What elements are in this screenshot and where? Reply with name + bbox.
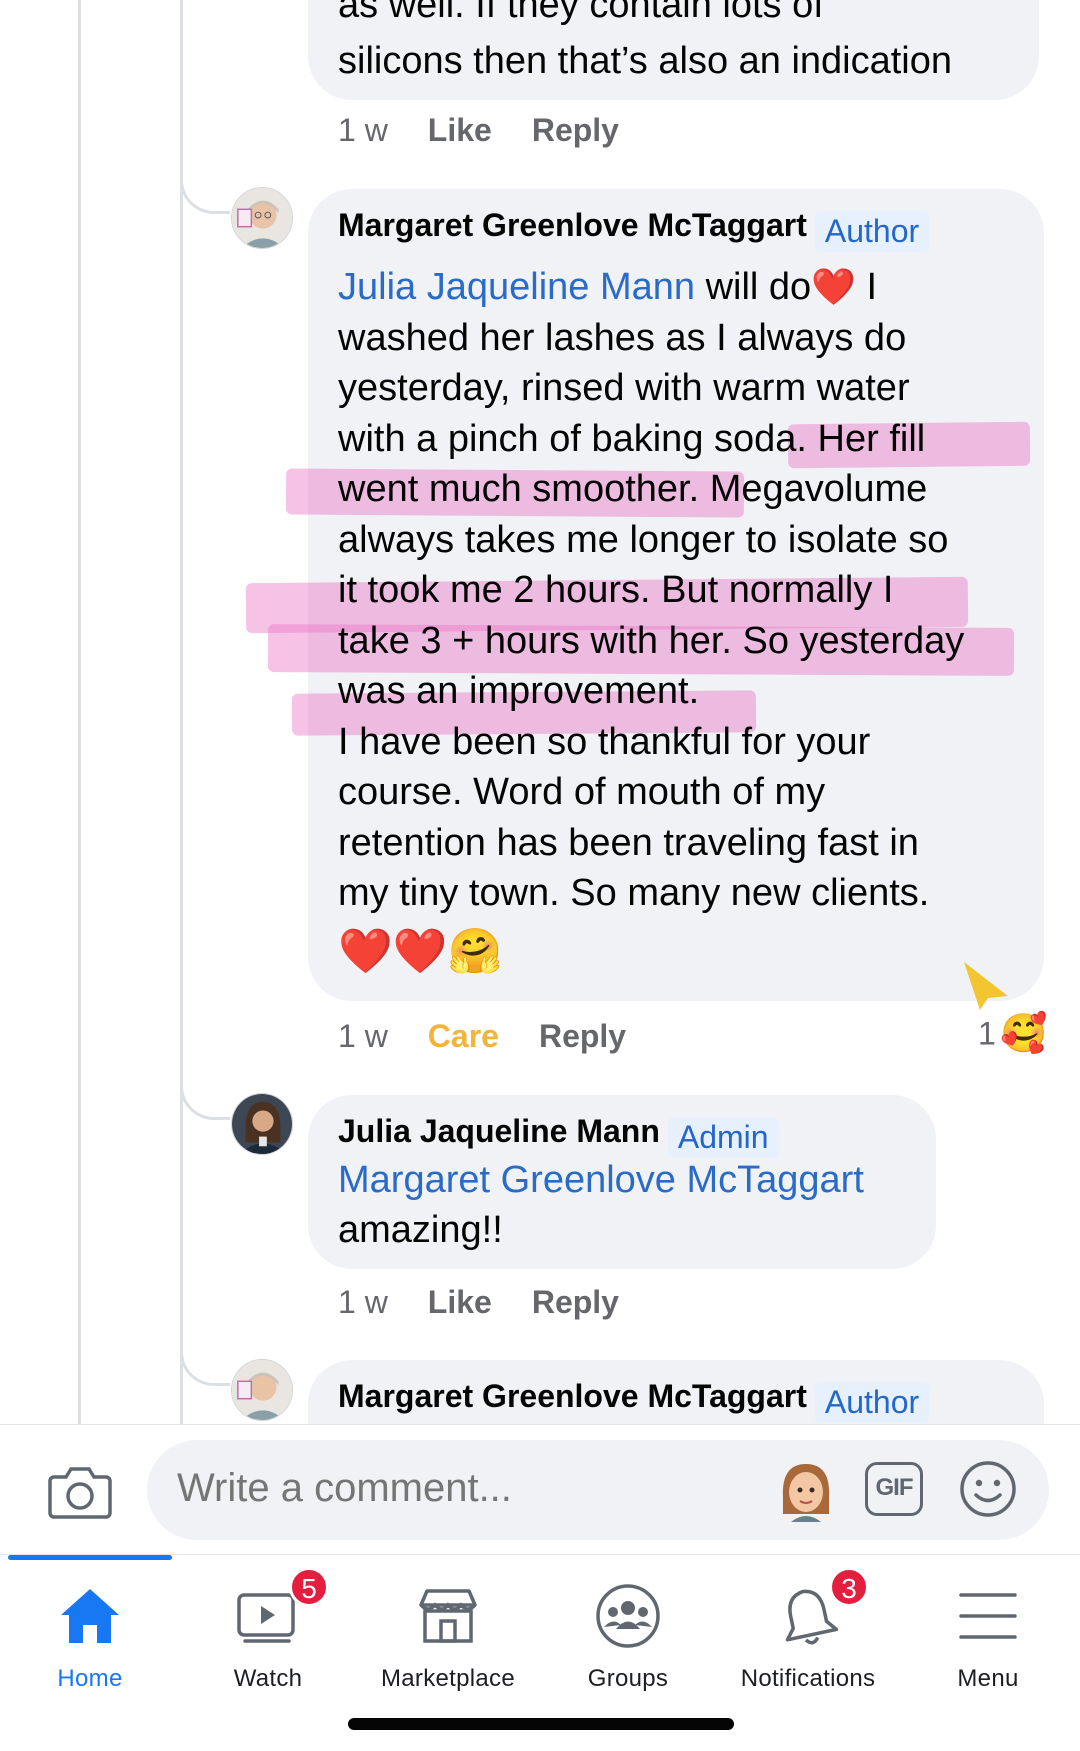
home-indicator[interactable] <box>348 1718 734 1730</box>
reply-button[interactable]: Reply <box>539 1018 626 1054</box>
comment-author[interactable]: Margaret Greenlove McTaggart <box>338 207 807 243</box>
comment-line: was an improvement. <box>338 670 700 712</box>
tab-groups[interactable]: Groups <box>538 1581 718 1693</box>
comment-line: yesterday, rinsed with warm water <box>338 367 910 409</box>
comment-header: Julia Jaqueline Mann Admin <box>338 1113 779 1159</box>
previous-comment-line: as well. If they contain lots of <box>338 0 824 26</box>
tab-marketplace[interactable]: Marketplace <box>358 1581 538 1693</box>
reaction-count: 1 <box>978 1015 996 1052</box>
comment-meta: 1 w Like Reply <box>338 1284 659 1321</box>
previous-comment-bubble: as well. If they contain lots of silicon… <box>308 0 1039 100</box>
heart-emoji: ❤️ <box>811 266 856 307</box>
reply-button[interactable]: Reply <box>532 1284 619 1320</box>
author-badge: Author <box>814 211 930 253</box>
comment-input[interactable] <box>177 1466 697 1511</box>
mention-link[interactable]: Julia Jaqueline Mann <box>338 266 695 308</box>
active-tab-indicator <box>8 1555 172 1560</box>
comment-time[interactable]: 1 w <box>338 1018 388 1054</box>
camera-icon[interactable] <box>48 1463 112 1519</box>
like-button[interactable]: Like <box>428 112 492 148</box>
comment-line: take 3 + hours with her. So yesterday <box>338 619 965 662</box>
reply-button[interactable]: Reply <box>532 112 619 148</box>
previous-comment-meta: 1 w Like Reply <box>338 112 659 149</box>
thread-connector <box>180 1352 230 1386</box>
comment-line: always takes me longer to isolate so <box>338 518 949 561</box>
notification-badge: 5 <box>289 1567 329 1607</box>
previous-comment-line: silicons then that’s also an indication <box>338 40 953 82</box>
tab-label: Notifications <box>740 1665 876 1692</box>
tab-label: Groups <box>587 1665 669 1692</box>
tab-notifications[interactable]: 3 Notifications <box>718 1567 898 1693</box>
avatar[interactable] <box>231 187 293 249</box>
tab-menu[interactable]: Menu <box>898 1581 1078 1693</box>
comment-text: will do <box>695 266 812 308</box>
comment-author[interactable]: Julia Jaqueline Mann <box>338 1113 660 1149</box>
groups-icon <box>593 1581 663 1651</box>
comment-time[interactable]: 1 w <box>338 1284 388 1320</box>
comment-bubble: Julia Jaqueline Mann Admin Margaret Green… <box>308 1095 936 1269</box>
comment-text: amazing!! <box>338 1209 503 1251</box>
thread-connector <box>180 1086 230 1120</box>
comment-line: with a pinch of baking soda. Her fill <box>338 417 926 460</box>
tab-label: Menu <box>957 1665 1019 1692</box>
watch-icon: 5 <box>233 1567 329 1651</box>
admin-badge: Admin <box>667 1117 779 1159</box>
tab-watch[interactable]: 5 Watch <box>178 1567 358 1693</box>
thread-connector <box>180 180 230 214</box>
notification-badge: 3 <box>829 1567 869 1607</box>
comment-line: Julia Jaqueline Mann will do❤️ I <box>338 262 1028 313</box>
comment-author[interactable]: Margaret Greenlove McTaggart <box>338 1378 807 1414</box>
comment-line: my tiny town. So many new clients. <box>338 872 930 914</box>
comment-body: Julia Jaqueline Mann will do❤️ I washed … <box>338 262 1028 983</box>
care-reaction-icon: 🥰 <box>1000 1013 1048 1055</box>
tab-home[interactable]: Home <box>0 1581 180 1693</box>
emoji-icon[interactable] <box>959 1460 1017 1518</box>
emoji-line: ❤️❤️🤗 <box>338 926 503 976</box>
home-icon <box>55 1581 125 1651</box>
gif-icon[interactable]: GIF <box>865 1462 923 1516</box>
like-button[interactable]: Like <box>428 1284 492 1320</box>
comment-line: washed her lashes as I always do <box>338 316 907 359</box>
comment-text: I <box>856 266 878 308</box>
tab-label: Marketplace <box>380 1665 516 1692</box>
mention-link[interactable]: Margaret Greenlove McTaggart <box>338 1155 864 1206</box>
care-reaction-button[interactable]: Care <box>428 1018 499 1054</box>
comment-line: retention has been traveling fast in <box>338 821 919 864</box>
tab-label: Watch <box>233 1665 303 1692</box>
comment-header: Margaret Greenlove McTaggart Author <box>338 207 930 253</box>
gif-label: GIF <box>875 1474 914 1501</box>
tab-label: Home <box>57 1665 123 1692</box>
comment-composer-bar: GIF <box>0 1424 1080 1554</box>
pointer-cursor-icon <box>964 962 1008 1010</box>
menu-icon <box>953 1581 1023 1651</box>
thread-line-inner <box>180 0 183 1424</box>
marketplace-icon <box>413 1581 483 1651</box>
comment-meta: 1 w Care Reply <box>338 1018 666 1055</box>
reaction-summary[interactable]: 1 🥰 <box>978 1012 1048 1056</box>
avatar[interactable] <box>231 1093 293 1155</box>
avatar-sticker-icon[interactable] <box>777 1458 835 1522</box>
avatar[interactable] <box>231 1359 293 1421</box>
bell-icon: 3 <box>773 1567 869 1651</box>
comment-line: it took me 2 hours. But normally I <box>338 569 894 611</box>
comment-time[interactable]: 1 w <box>338 112 388 148</box>
author-badge: Author <box>814 1382 930 1424</box>
comment-line: went much smoother. Megavolume <box>338 468 928 510</box>
comment-header: Margaret Greenlove McTaggart Author <box>338 1378 930 1424</box>
thread-line-outer <box>78 0 81 1424</box>
mention-text[interactable]: Margaret Greenlove McTaggart <box>338 1159 864 1201</box>
comment-composer[interactable]: GIF <box>147 1440 1049 1540</box>
comment-line: I have been so thankful for your <box>338 720 871 763</box>
comment-line: course. Word of mouth of my <box>338 771 826 813</box>
